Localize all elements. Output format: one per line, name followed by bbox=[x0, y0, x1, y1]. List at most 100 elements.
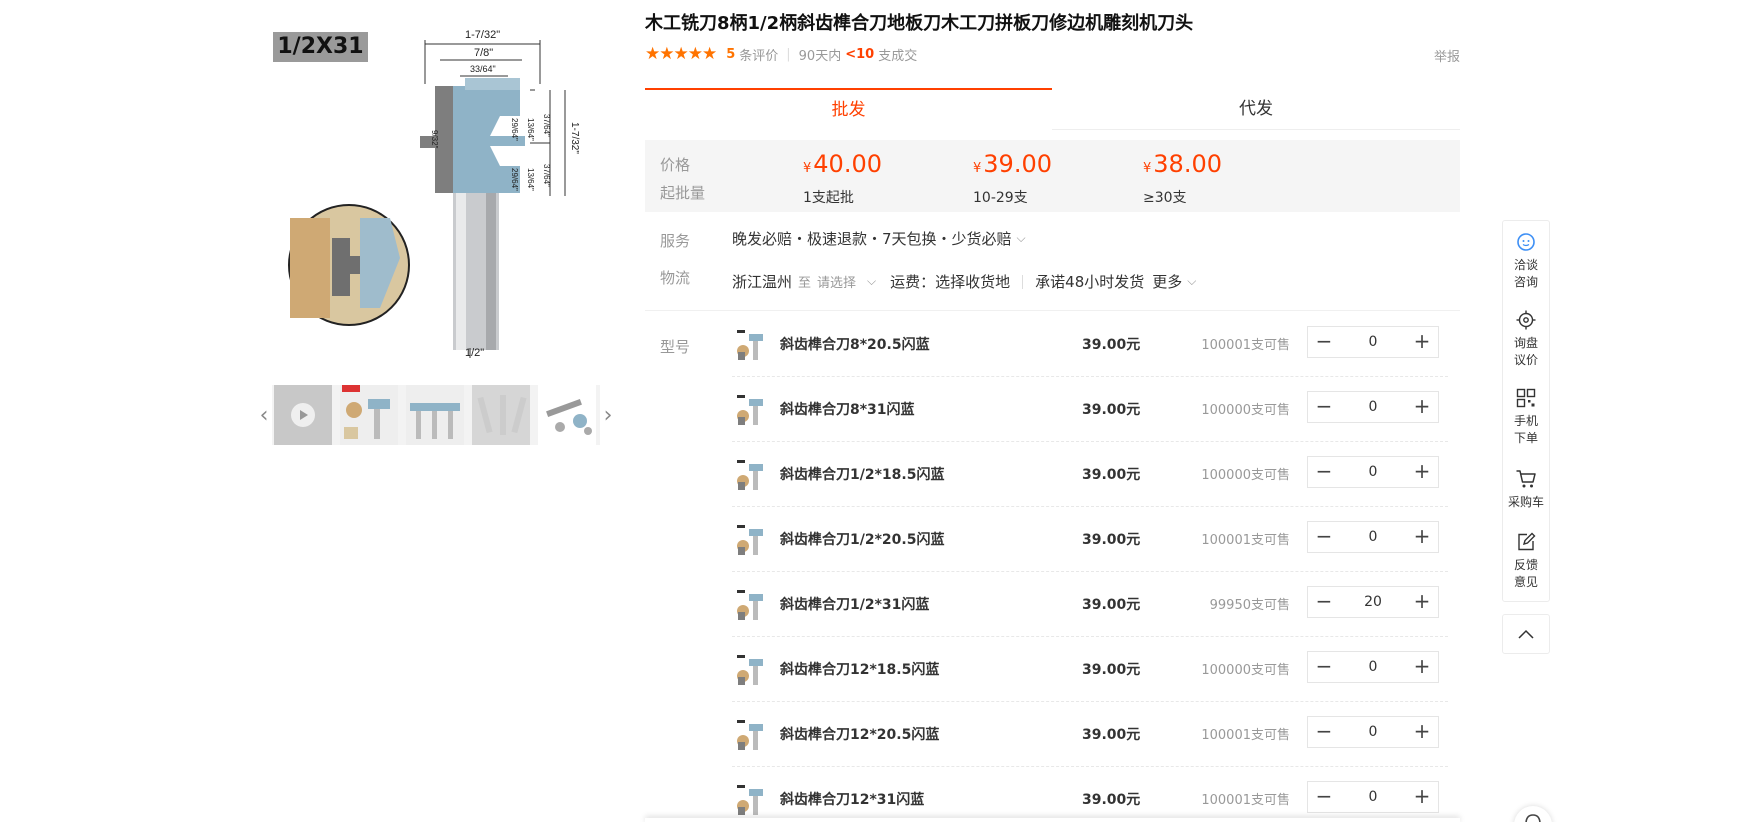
sku-stock: 100000支可售 bbox=[1201, 663, 1290, 678]
sku-stock: 100001支可售 bbox=[1201, 533, 1290, 548]
quantity-input[interactable]: 0 bbox=[1340, 717, 1406, 747]
increase-button[interactable]: + bbox=[1406, 717, 1438, 747]
increase-button[interactable]: + bbox=[1406, 522, 1438, 552]
report-link[interactable]: 举报 bbox=[1434, 46, 1460, 65]
decrease-button[interactable]: − bbox=[1308, 717, 1340, 747]
quantity-input[interactable]: 0 bbox=[1340, 652, 1406, 682]
sku-thumbnail[interactable] bbox=[735, 393, 767, 427]
service-label: 服务 bbox=[660, 232, 691, 250]
sidebar-item-feedback[interactable]: 反馈 意见 bbox=[1503, 531, 1549, 591]
sku-stock: 100001支可售 bbox=[1201, 728, 1290, 743]
router-bit-parts-thumb-icon bbox=[546, 399, 592, 435]
diagram-label-width: 7/8" bbox=[474, 47, 493, 59]
customer-service-button[interactable] bbox=[1514, 806, 1552, 822]
sku-thumbnail[interactable] bbox=[735, 783, 767, 817]
service-text: 晚发必赔・极速退款・7天包换・少货必赔 bbox=[732, 230, 1012, 248]
decrease-button[interactable]: − bbox=[1308, 327, 1340, 357]
decrease-button[interactable]: − bbox=[1308, 392, 1340, 422]
sidebar-item-cart[interactable]: 采购车 bbox=[1503, 468, 1549, 511]
quantity-input[interactable]: 0 bbox=[1340, 327, 1406, 357]
to-label: 至 bbox=[798, 276, 812, 291]
sku-row: 斜齿榫合刀12*20.5闪蓝 39.00元 100001支可售 − 0 + bbox=[732, 702, 1448, 767]
increase-button[interactable]: + bbox=[1406, 782, 1438, 812]
thumbnail-image[interactable] bbox=[406, 385, 464, 445]
chevron-down-icon[interactable]: ⌵ bbox=[1187, 274, 1196, 289]
quantity-stepper: − 0 + bbox=[1307, 781, 1439, 813]
sidebar-item-chat[interactable]: 洽谈 咨询 bbox=[1503, 231, 1549, 291]
diagram-label-inner: 33/64" bbox=[470, 64, 496, 74]
sidebar-label: 意见 bbox=[1513, 575, 1538, 589]
tab-dropship[interactable]: 代发 bbox=[1052, 88, 1460, 130]
sku-stock: 100000支可售 bbox=[1201, 403, 1290, 418]
quantity-input[interactable]: 0 bbox=[1340, 457, 1406, 487]
back-to-top-button[interactable] bbox=[1502, 614, 1550, 654]
increase-button[interactable]: + bbox=[1406, 652, 1438, 682]
tier-quantity: 10-29支 bbox=[973, 190, 1028, 206]
thumbnail-image[interactable] bbox=[472, 385, 530, 445]
quantity-input[interactable]: 0 bbox=[1340, 522, 1406, 552]
increase-button[interactable]: + bbox=[1406, 587, 1438, 617]
sku-thumbnail[interactable] bbox=[735, 328, 767, 362]
shipping-fee: 运费：选择收货地 bbox=[890, 273, 1011, 291]
thumbnail-strip: ‹ › bbox=[256, 385, 616, 445]
increase-button[interactable]: + bbox=[1406, 392, 1438, 422]
currency-symbol: ¥ bbox=[973, 161, 982, 176]
decrease-button[interactable]: − bbox=[1308, 652, 1340, 682]
service-guarantees[interactable]: 晚发必赔・极速退款・7天包换・少货必赔 ⌵ bbox=[732, 228, 1026, 249]
sku-thumbnail[interactable] bbox=[735, 523, 767, 557]
router-bit-diagram: 1-7/32" 7/8" 33/64" 29/64" 13/64" 37/64"… bbox=[288, 29, 580, 359]
thumb-prev-arrow[interactable]: ‹ bbox=[256, 385, 272, 445]
sku-thumbnail[interactable] bbox=[735, 653, 767, 687]
thumbnail-image[interactable] bbox=[538, 385, 596, 445]
destination-select[interactable]: 请选择 bbox=[817, 272, 856, 291]
decrease-button[interactable]: − bbox=[1308, 587, 1340, 617]
quantity-input[interactable]: 0 bbox=[1340, 782, 1406, 812]
decrease-button[interactable]: − bbox=[1308, 782, 1340, 812]
more-link[interactable]: 更多 bbox=[1152, 271, 1182, 292]
sidebar-item-mobile-order[interactable]: 手机 下单 bbox=[1503, 387, 1549, 447]
diagram-label-e: 13/64" bbox=[526, 168, 535, 191]
review-label[interactable]: 条评价 bbox=[739, 45, 778, 64]
sidebar-label: 手机 bbox=[1513, 414, 1538, 428]
sku-thumbnail[interactable] bbox=[735, 458, 767, 492]
chevron-down-icon[interactable]: ⌵ bbox=[867, 274, 876, 289]
diagram-label-a: 29/64" bbox=[510, 118, 519, 141]
quantity-input[interactable]: 0 bbox=[1340, 392, 1406, 422]
decrease-button[interactable]: − bbox=[1308, 457, 1340, 487]
router-bits-set-thumb-icon bbox=[477, 395, 527, 435]
sidebar-label: 询盘 bbox=[1513, 336, 1538, 350]
sku-thumbnail[interactable] bbox=[735, 718, 767, 752]
price-tier: ¥40.00 1支起批 bbox=[803, 150, 882, 207]
sku-thumbnail[interactable] bbox=[735, 588, 767, 622]
delivery-promise: 承诺48小时发货 bbox=[1035, 273, 1145, 291]
sku-name: 斜齿榫合刀1/2*18.5闪蓝 bbox=[780, 467, 945, 483]
increase-button[interactable]: + bbox=[1406, 327, 1438, 357]
diagram-label-total: 1-7/32" bbox=[569, 122, 580, 154]
main-product-image[interactable]: 1/2X31 1-7/32" 7/8" 33/64" 29/64" 13/64"… bbox=[260, 18, 616, 364]
quantity-stepper: − 0 + bbox=[1307, 716, 1439, 748]
sidebar-label: 下单 bbox=[1513, 431, 1538, 445]
logistics-label: 物流 bbox=[660, 269, 691, 287]
diagram-label-left: 9/32" bbox=[430, 130, 439, 149]
diagram-label-overall: 1-7/32" bbox=[465, 29, 500, 41]
purchase-mode-tabs: 批发 代发 bbox=[645, 88, 1460, 130]
sidebar-label: 采购车 bbox=[1507, 495, 1544, 509]
thumb-next-arrow[interactable]: › bbox=[600, 385, 616, 445]
quantity-stepper: − 20 + bbox=[1307, 586, 1439, 618]
headset-icon bbox=[1525, 814, 1541, 822]
tier-price: 39.00 bbox=[983, 150, 1052, 178]
currency-symbol: ¥ bbox=[803, 161, 812, 176]
thumbnail-video[interactable] bbox=[274, 385, 332, 445]
decrease-button[interactable]: − bbox=[1308, 522, 1340, 552]
review-count[interactable]: 5 bbox=[726, 47, 735, 62]
sidebar-item-inquiry[interactable]: 询盘 议价 bbox=[1503, 309, 1549, 369]
thumbnail-image[interactable] bbox=[340, 385, 398, 445]
sidebar-label: 洽谈 bbox=[1513, 258, 1538, 272]
quantity-input[interactable]: 20 bbox=[1340, 587, 1406, 617]
increase-button[interactable]: + bbox=[1406, 457, 1438, 487]
logistics-row: 浙江温州 至 请选择 ⌵ 运费：选择收货地 承诺48小时发货 更多 ⌵ bbox=[732, 271, 1196, 292]
sku-stock: 100001支可售 bbox=[1201, 793, 1290, 808]
sku-name: 斜齿榫合刀12*18.5闪蓝 bbox=[780, 662, 940, 678]
tab-wholesale[interactable]: 批发 bbox=[645, 88, 1052, 130]
chevron-down-icon: ⌵ bbox=[1016, 231, 1026, 245]
